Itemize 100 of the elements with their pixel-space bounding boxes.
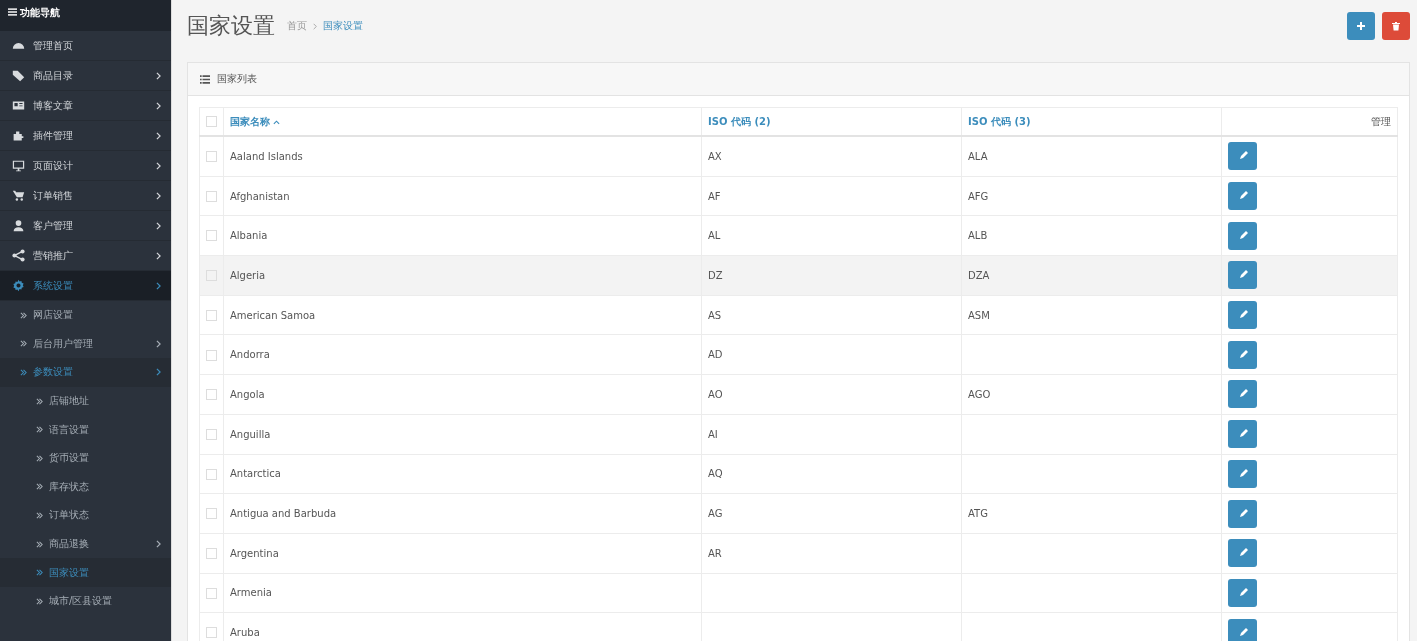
column-header-link[interactable]: ISO 代码 (2) <box>708 115 771 127</box>
nav-subitem[interactable]: 后台用户管理 <box>0 329 171 359</box>
table-cell: AFG <box>968 190 989 202</box>
double-chevron-icon <box>36 397 43 405</box>
double-chevron-icon <box>36 511 43 519</box>
nav-label: 语言设置 <box>49 422 89 437</box>
pencil-icon <box>1237 468 1248 479</box>
nav-label: 商品退换 <box>49 537 89 552</box>
nav-label: 订单状态 <box>49 508 89 523</box>
table-cell: AL <box>708 230 721 242</box>
table-cell: Afghanistan <box>230 190 290 202</box>
row-checkbox[interactable] <box>206 389 217 401</box>
puzzle-icon <box>12 129 25 142</box>
breadcrumb-link[interactable]: 国家设置 <box>323 19 363 33</box>
row-checkbox[interactable] <box>206 230 217 242</box>
edit-button[interactable] <box>1228 261 1257 290</box>
row-checkbox[interactable] <box>206 547 217 559</box>
cart-icon <box>12 189 25 202</box>
nav-item[interactable]: 系统设置 <box>0 271 171 301</box>
nav-label: 参数设置 <box>33 365 73 380</box>
table-cell: ASM <box>968 309 990 321</box>
nav-subitem[interactable]: 网店设置 <box>0 301 171 330</box>
double-chevron-icon <box>36 454 43 462</box>
pencil-icon <box>1237 151 1248 162</box>
user-icon <box>12 219 25 232</box>
edit-button[interactable] <box>1228 142 1257 171</box>
table-cell: AI <box>708 428 718 440</box>
edit-button[interactable] <box>1228 221 1257 250</box>
pencil-icon <box>1237 548 1248 559</box>
table-cell: AD <box>708 349 723 361</box>
edit-button[interactable] <box>1228 182 1257 211</box>
nav-label: 后台用户管理 <box>33 336 93 351</box>
table-cell: American Samoa <box>230 309 316 321</box>
sidebar-title: 功能导航 <box>20 6 60 20</box>
nav-subitem[interactable]: 城市/区县设置 <box>0 586 171 616</box>
table-cell: AGO <box>968 388 991 400</box>
table-cell: Albania <box>230 230 268 242</box>
pencil-icon <box>1237 191 1248 202</box>
plus-icon <box>1356 21 1366 31</box>
double-chevron-icon <box>36 540 43 548</box>
edit-button[interactable] <box>1228 578 1257 607</box>
table-cell: DZ <box>708 269 723 281</box>
nav-subitem[interactable]: 店铺地址 <box>0 386 171 416</box>
table-cell: Antigua and Barbuda <box>230 508 337 520</box>
double-chevron-icon <box>20 311 27 319</box>
pencil-icon <box>1237 627 1248 638</box>
row-checkbox[interactable] <box>206 190 217 202</box>
edit-button[interactable] <box>1228 459 1257 488</box>
list-icon <box>200 74 210 84</box>
nav-label: 店铺地址 <box>49 394 89 409</box>
monitor-icon <box>12 159 25 172</box>
edit-button[interactable] <box>1228 340 1257 369</box>
column-header-link[interactable]: ISO 代码 (3) <box>968 115 1031 127</box>
panel-title: 国家列表 <box>217 72 257 86</box>
nav-subitem[interactable]: 商品退换 <box>0 529 171 559</box>
nav-label: 货币设置 <box>49 451 89 466</box>
nav-subitem[interactable]: 货币设置 <box>0 443 171 473</box>
table-cell: Aruba <box>230 627 260 639</box>
nav-subitem[interactable]: 库存状态 <box>0 472 171 502</box>
table-cell: AR <box>708 547 722 559</box>
edit-button[interactable] <box>1228 499 1257 528</box>
edit-button[interactable] <box>1228 380 1257 409</box>
edit-button[interactable] <box>1228 420 1257 449</box>
edit-button[interactable] <box>1228 618 1257 641</box>
edit-button[interactable] <box>1228 539 1257 568</box>
nav-label: 库存状态 <box>49 479 89 494</box>
row-checkbox[interactable] <box>206 151 217 163</box>
nav-subitem[interactable]: 语言设置 <box>0 415 171 444</box>
table-cell: Angola <box>230 388 265 400</box>
table-cell: DZA <box>968 269 990 281</box>
table-cell: AQ <box>708 468 723 480</box>
row-checkbox[interactable] <box>206 587 217 599</box>
row-checkbox[interactable] <box>206 508 217 520</box>
table-cell: Aaland Islands <box>230 150 303 162</box>
column-header-link[interactable]: 国家名称 <box>230 115 270 127</box>
double-chevron-icon <box>36 483 43 491</box>
row-checkbox[interactable] <box>206 428 217 440</box>
nav-label: 管理首页 <box>33 38 74 53</box>
nav-label: 国家设置 <box>49 565 89 580</box>
table-cell: Anguilla <box>230 428 271 440</box>
row-checkbox[interactable] <box>206 627 217 639</box>
table-cell: ATG <box>968 508 988 520</box>
table-cell: AS <box>708 309 722 321</box>
row-checkbox[interactable] <box>206 309 217 321</box>
column-header: 管理 <box>1371 115 1391 127</box>
row-checkbox[interactable] <box>206 349 217 361</box>
gear-icon <box>12 279 25 292</box>
table-cell: AO <box>708 388 723 400</box>
select-all-checkbox[interactable] <box>206 116 217 128</box>
pencil-icon <box>1237 230 1248 241</box>
nav-subitem[interactable]: 国家设置 <box>0 558 171 587</box>
nav-subitem[interactable]: 参数设置 <box>0 358 171 387</box>
pencil-icon <box>1237 508 1248 519</box>
row-checkbox[interactable] <box>206 468 217 480</box>
delete-button[interactable] <box>1382 12 1410 40</box>
nav-subitem[interactable]: 订单状态 <box>0 501 171 530</box>
add-button[interactable] <box>1347 12 1375 40</box>
pencil-icon <box>1237 429 1248 440</box>
edit-button[interactable] <box>1228 301 1257 330</box>
pencil-icon <box>1237 587 1248 598</box>
